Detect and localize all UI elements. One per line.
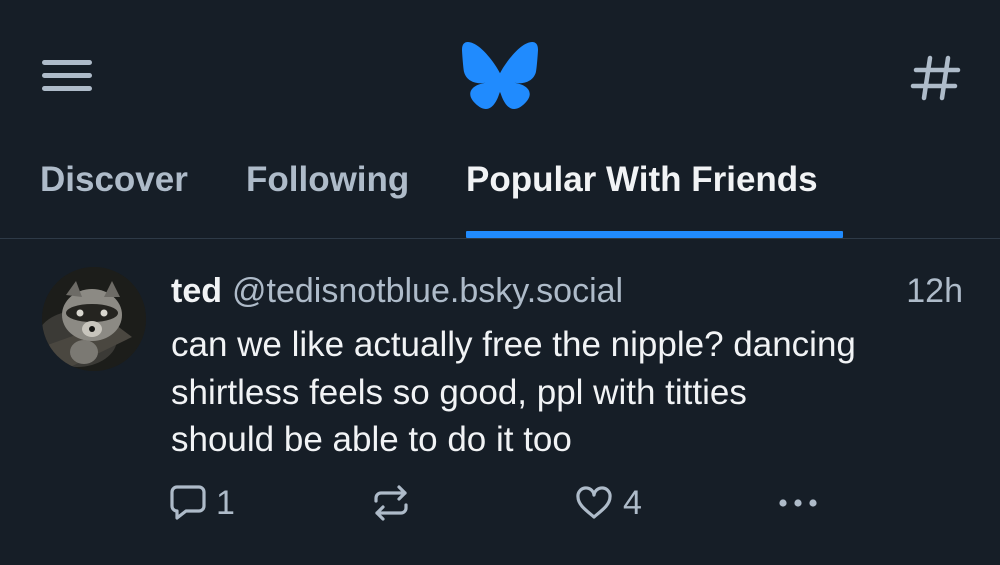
post-text-line: should be able to do it too xyxy=(171,420,572,459)
ellipsis-icon xyxy=(779,499,817,507)
author-handle[interactable]: @tedisnotblue.bsky.social xyxy=(232,272,623,310)
post-text-line: can we like actually free the nipple? da… xyxy=(171,325,856,364)
post-actions: 1 4 xyxy=(0,477,1000,529)
top-bar xyxy=(0,0,1000,150)
heart-icon xyxy=(576,486,612,519)
more-options-button[interactable] xyxy=(777,477,821,529)
tab-discover[interactable]: Discover xyxy=(40,158,188,238)
reply-count: 1 xyxy=(216,483,235,522)
repost-button[interactable] xyxy=(372,477,410,529)
tab-label: Popular With Friends xyxy=(466,160,818,199)
tab-label: Discover xyxy=(40,160,188,199)
menu-button[interactable] xyxy=(40,52,96,100)
post-header: ted @tedisnotblue.bsky.social xyxy=(171,269,971,313)
author-name[interactable]: ted xyxy=(171,272,222,310)
active-tab-indicator xyxy=(466,231,843,238)
post-text: can we like actually free the nipple? da… xyxy=(171,321,971,464)
tab-label: Following xyxy=(246,160,410,199)
reply-button[interactable]: 1 xyxy=(170,477,235,529)
tab-popular-with-friends[interactable]: Popular With Friends xyxy=(466,158,843,238)
post-text-line: shirtless feels so good, ppl with tittie… xyxy=(171,372,747,412)
avatar[interactable] xyxy=(42,267,146,371)
speech-bubble-icon xyxy=(170,485,206,520)
feed-post[interactable]: ted @tedisnotblue.bsky.social 12h can we … xyxy=(0,239,1000,565)
hashtag-icon xyxy=(910,55,961,101)
butterfly-logo-icon[interactable] xyxy=(462,42,538,110)
feed-tab-bar: Discover Following Popular With Friends xyxy=(0,150,1000,239)
like-button[interactable]: 4 xyxy=(575,477,642,529)
repost-arrows-icon xyxy=(374,485,408,521)
tab-following[interactable]: Following xyxy=(246,158,409,238)
like-count: 4 xyxy=(623,483,642,522)
post-timestamp[interactable]: 12h xyxy=(906,269,963,313)
feeds-button[interactable] xyxy=(908,52,964,104)
